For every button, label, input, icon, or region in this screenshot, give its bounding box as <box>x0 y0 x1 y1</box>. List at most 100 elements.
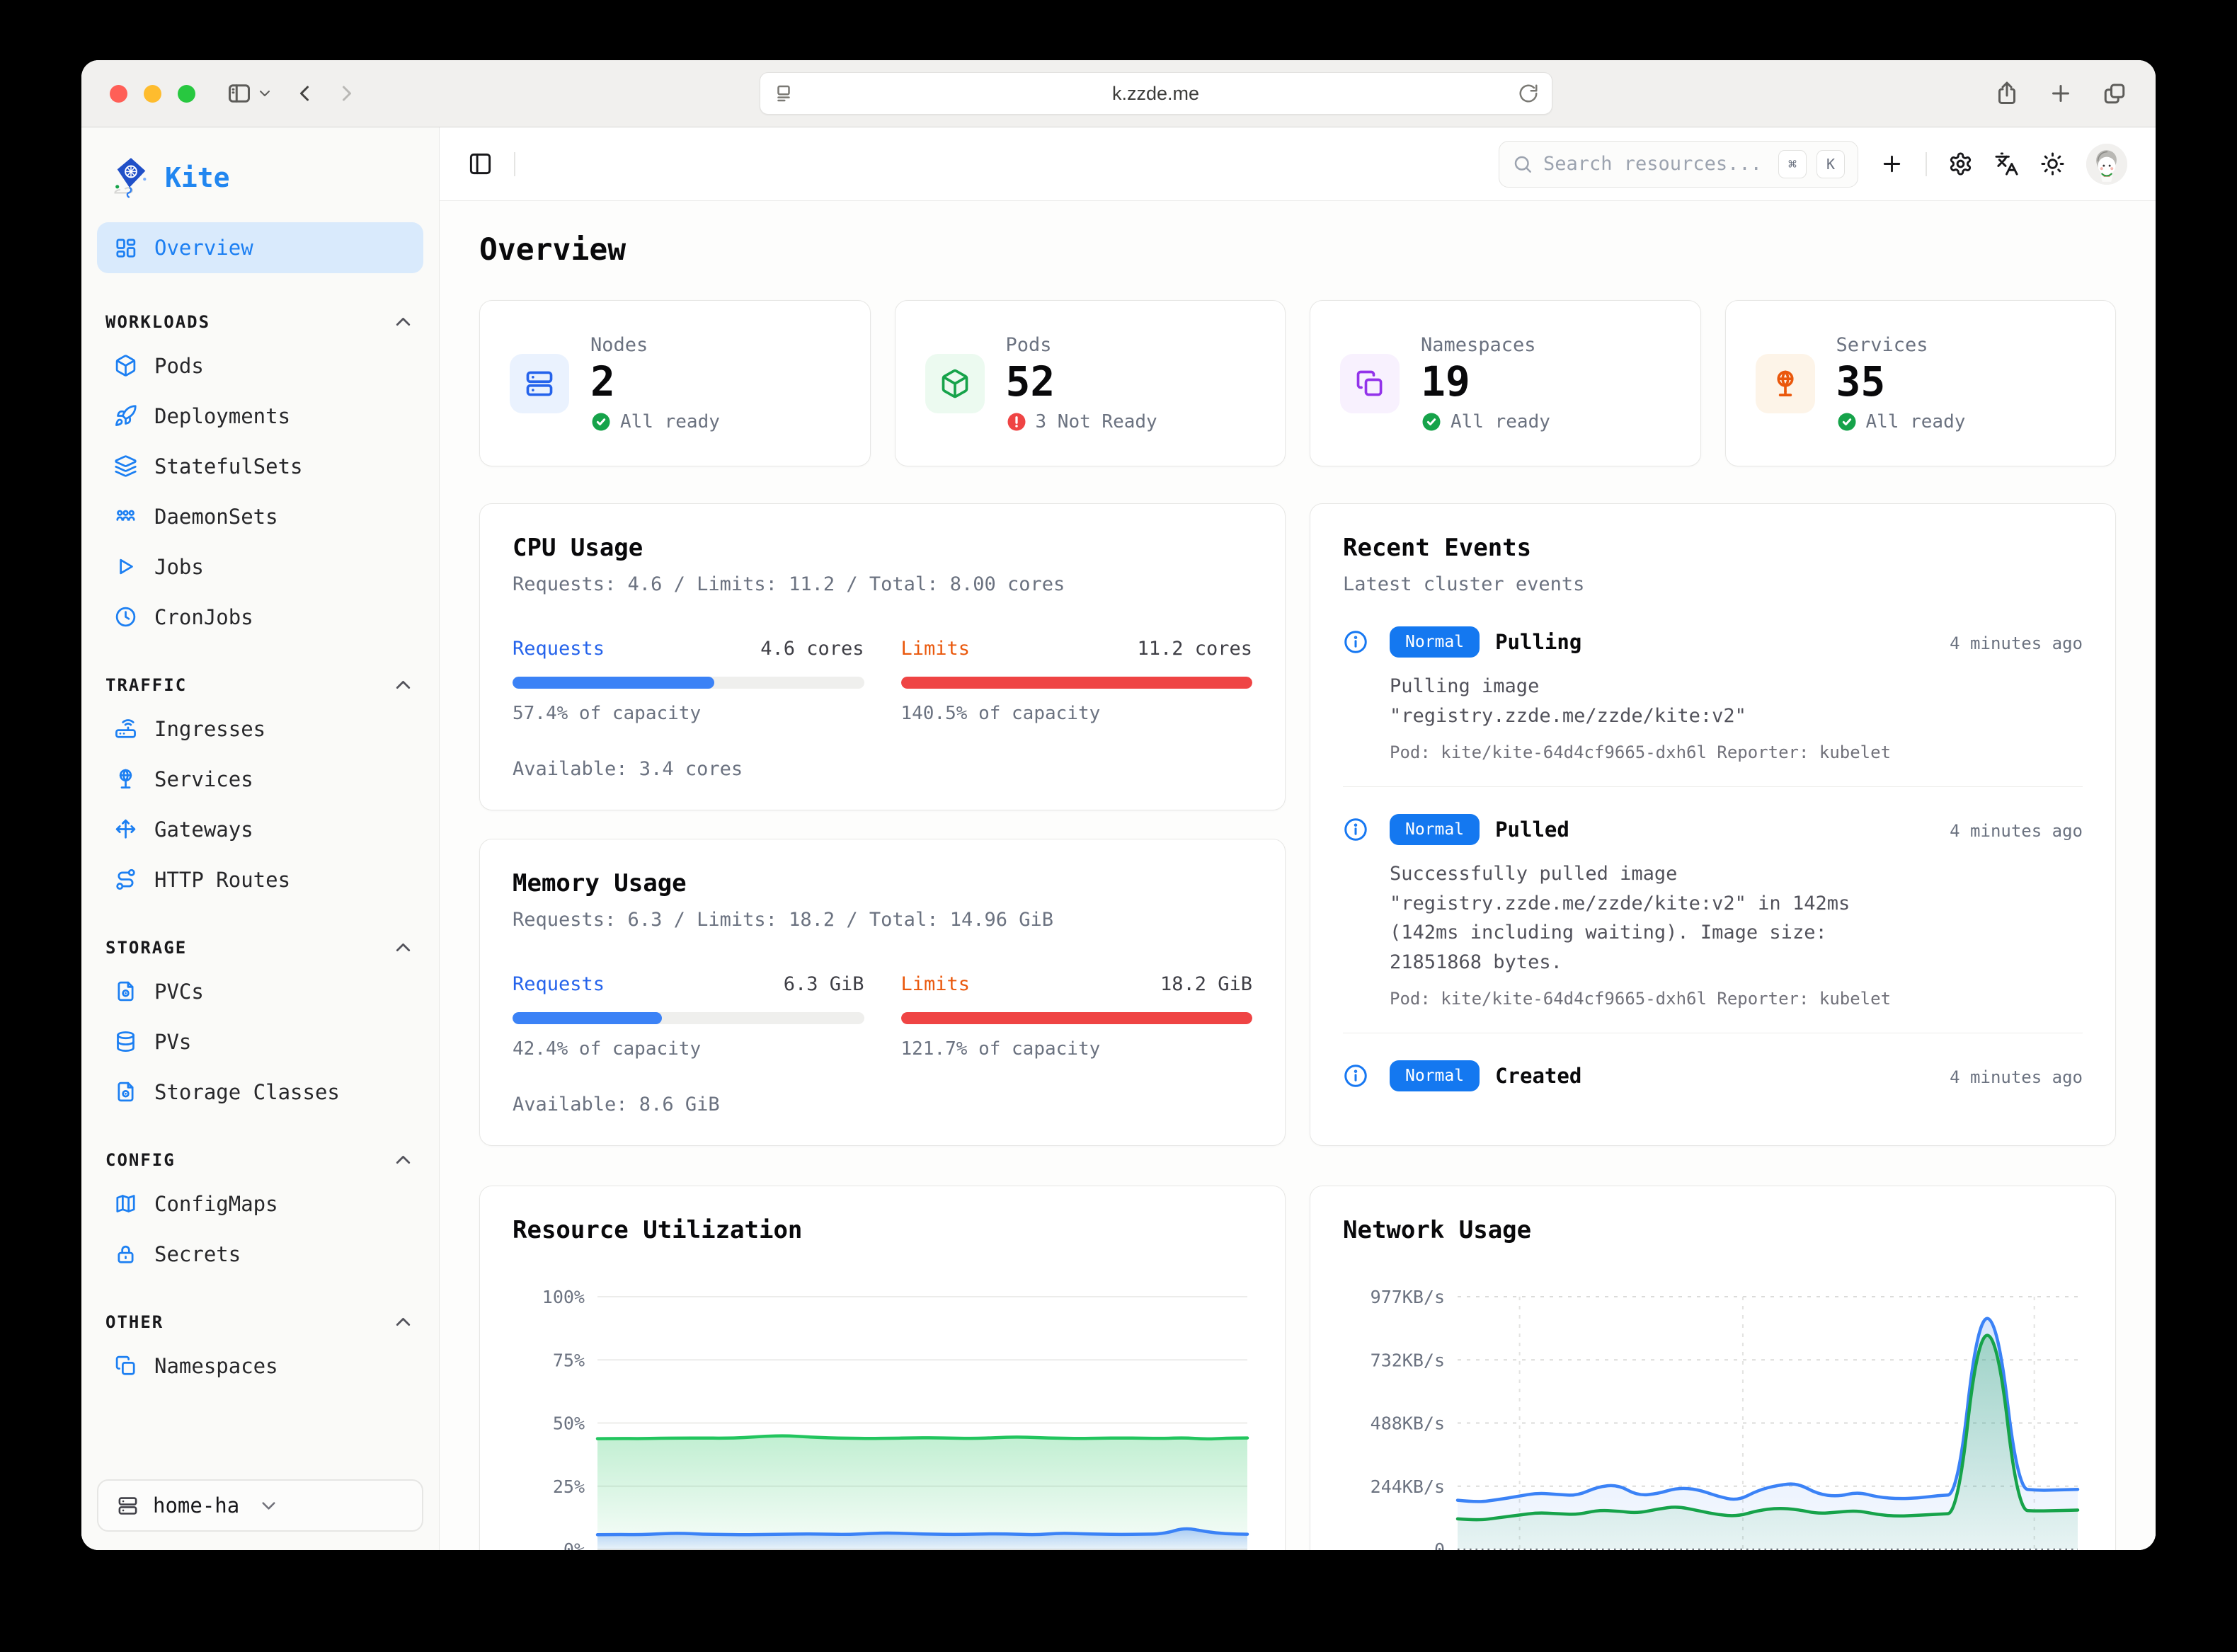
card-summary: Requests: 4.6 / Limits: 11.2 / Total: 8.… <box>513 573 1252 595</box>
event-time: 4 minutes ago <box>1950 821 2083 841</box>
browser-window: k.zzde.me Kite Overview WORKLOADS PodsDep… <box>81 60 2156 1550</box>
sidebar-section-header-config[interactable]: CONFIG <box>105 1148 415 1171</box>
stat-label: Nodes <box>590 334 720 356</box>
event-reason: Pulling <box>1495 630 1581 654</box>
back-icon[interactable] <box>292 81 317 106</box>
progress-track <box>513 1012 864 1024</box>
cpu-usage-card: CPU UsageRequests: 4.6 / Limits: 11.2 / … <box>479 503 1286 810</box>
panel-toggle-icon[interactable] <box>468 151 493 176</box>
sidebar-item-configmaps[interactable]: ConfigMaps <box>97 1178 423 1229</box>
event-item[interactable]: NormalPulled4 minutes agoSuccessfully pu… <box>1343 811 2083 1009</box>
chevron-down-icon[interactable] <box>256 85 273 102</box>
stat-card-services[interactable]: Services35All ready <box>1725 300 2117 466</box>
page-reader-icon[interactable] <box>773 83 794 104</box>
status-badge: All ready <box>1421 411 1550 432</box>
add-button[interactable] <box>1880 151 1904 176</box>
theme-sun-icon[interactable] <box>2040 151 2065 176</box>
sidebar-section-header-storage[interactable]: STORAGE <box>105 936 415 959</box>
box-icon <box>925 354 985 413</box>
forward-icon[interactable] <box>334 81 360 106</box>
stats-grid: Nodes2All readyPods523 Not ReadyNamespac… <box>479 300 2116 466</box>
sidebar-section-title: STORAGE <box>105 938 187 958</box>
sidebar-item-http-routes[interactable]: HTTP Routes <box>97 854 423 905</box>
event-reason: Created <box>1495 1064 1581 1088</box>
chevron-up-icon <box>391 673 415 696</box>
info-icon <box>1343 817 1368 842</box>
kbd-command: ⌘ <box>1778 150 1807 178</box>
event-item[interactable]: NormalCreated4 minutes ago <box>1343 1057 2083 1091</box>
settings-gear-icon[interactable] <box>1948 151 1973 176</box>
sidebar-section-header-workloads[interactable]: WORKLOADS <box>105 310 415 333</box>
brand-name: Kite <box>165 162 230 193</box>
avatar[interactable] <box>2086 144 2127 185</box>
sidebar-section-title: CONFIG <box>105 1150 176 1170</box>
stat-card-pods[interactable]: Pods523 Not Ready <box>895 300 1286 466</box>
sidebar-item-label: DaemonSets <box>154 505 278 529</box>
sidebar-item-pvcs[interactable]: PVCs <box>97 966 423 1016</box>
cluster-selector[interactable]: home-ha <box>97 1479 423 1532</box>
check-circle-icon <box>1421 411 1442 432</box>
search-input[interactable] <box>1543 153 1768 175</box>
stat-card-nodes[interactable]: Nodes2All ready <box>479 300 871 466</box>
share-icon[interactable] <box>1994 81 2020 106</box>
usage-label: Requests <box>513 973 605 995</box>
status-text: All ready <box>620 411 720 432</box>
sidebar-nav: WORKLOADS PodsDeploymentsStatefulSets Daem… <box>97 279 423 1479</box>
event-message: Successfully pulled image "registry.zzde… <box>1390 859 1878 977</box>
progress-track <box>513 677 864 689</box>
app-logo[interactable]: Kite <box>97 144 423 207</box>
svg-text:0: 0 <box>1434 1539 1445 1550</box>
divider <box>514 152 515 176</box>
sidebar-item-ingresses[interactable]: Ingresses <box>97 704 423 754</box>
languages-icon[interactable] <box>1994 151 2019 176</box>
usage-available: Available: 3.4 cores <box>513 758 1252 780</box>
kite-logo-icon <box>113 156 149 199</box>
route-icon <box>114 868 137 891</box>
sidebar-item-daemonsets[interactable]: DaemonSets <box>97 491 423 541</box>
search-bar[interactable]: ⌘ K <box>1499 141 1858 188</box>
sidebar-item-services[interactable]: Services <box>97 754 423 804</box>
usage-column-limits: Limits18.2 GiB121.7% of capacity <box>901 973 1253 1060</box>
usage-column-requests: Requests6.3 GiB42.4% of capacity <box>513 973 864 1060</box>
address-bar[interactable]: k.zzde.me <box>760 72 1552 115</box>
event-severity-badge: Normal <box>1390 1060 1480 1091</box>
browser-toolbar: k.zzde.me <box>81 60 2156 127</box>
sidebar-item-pods[interactable]: Pods <box>97 340 423 391</box>
reload-icon[interactable] <box>1518 83 1539 104</box>
map-icon <box>114 1192 137 1215</box>
sidebar-item-statefulsets[interactable]: StatefulSets <box>97 441 423 491</box>
usage-percent: 57.4% of capacity <box>513 703 864 724</box>
sidebar-item-label: Secrets <box>154 1242 241 1266</box>
progress-track <box>901 677 1253 689</box>
svg-text:488KB/s: 488KB/s <box>1371 1413 1445 1434</box>
card-subtitle: Latest cluster events <box>1343 573 2083 595</box>
sidebar-section-header-traffic[interactable]: TRAFFIC <box>105 673 415 696</box>
globe-stand-icon <box>1756 354 1815 413</box>
sidebar-item-jobs[interactable]: Jobs <box>97 541 423 592</box>
tabs-icon[interactable] <box>2102 81 2127 106</box>
sidebar-item-storage-classes[interactable]: Storage Classes <box>97 1067 423 1117</box>
event-item[interactable]: NormalPulling4 minutes agoPulling image … <box>1343 624 2083 762</box>
sidebar-section-title: OTHER <box>105 1312 164 1332</box>
sidebar-toggle-icon[interactable] <box>227 81 252 106</box>
event-time: 4 minutes ago <box>1950 633 2083 653</box>
sidebar-item-overview[interactable]: Overview <box>97 222 423 273</box>
minimize-window-button[interactable] <box>144 85 161 103</box>
zoom-window-button[interactable] <box>178 85 195 103</box>
sidebar-item-gateways[interactable]: Gateways <box>97 804 423 854</box>
sidebar-item-pvs[interactable]: PVs <box>97 1016 423 1067</box>
sidebar-section-header-other[interactable]: OTHER <box>105 1310 415 1333</box>
status-badge: All ready <box>1836 411 1966 432</box>
usage-value: 4.6 cores <box>760 638 864 660</box>
svg-text:977KB/s: 977KB/s <box>1371 1287 1445 1307</box>
sidebar-item-label: PVCs <box>154 980 204 1004</box>
sidebar-item-label: CronJobs <box>154 605 253 629</box>
sidebar-item-namespaces[interactable]: Namespaces <box>97 1341 423 1391</box>
close-window-button[interactable] <box>110 85 127 103</box>
new-tab-icon[interactable] <box>2048 81 2073 106</box>
sidebar-item-deployments[interactable]: Deployments <box>97 391 423 441</box>
lock-icon <box>114 1242 137 1266</box>
sidebar-item-secrets[interactable]: Secrets <box>97 1229 423 1279</box>
stat-card-namespaces[interactable]: Namespaces19All ready <box>1310 300 1701 466</box>
sidebar-item-cronjobs[interactable]: CronJobs <box>97 592 423 642</box>
